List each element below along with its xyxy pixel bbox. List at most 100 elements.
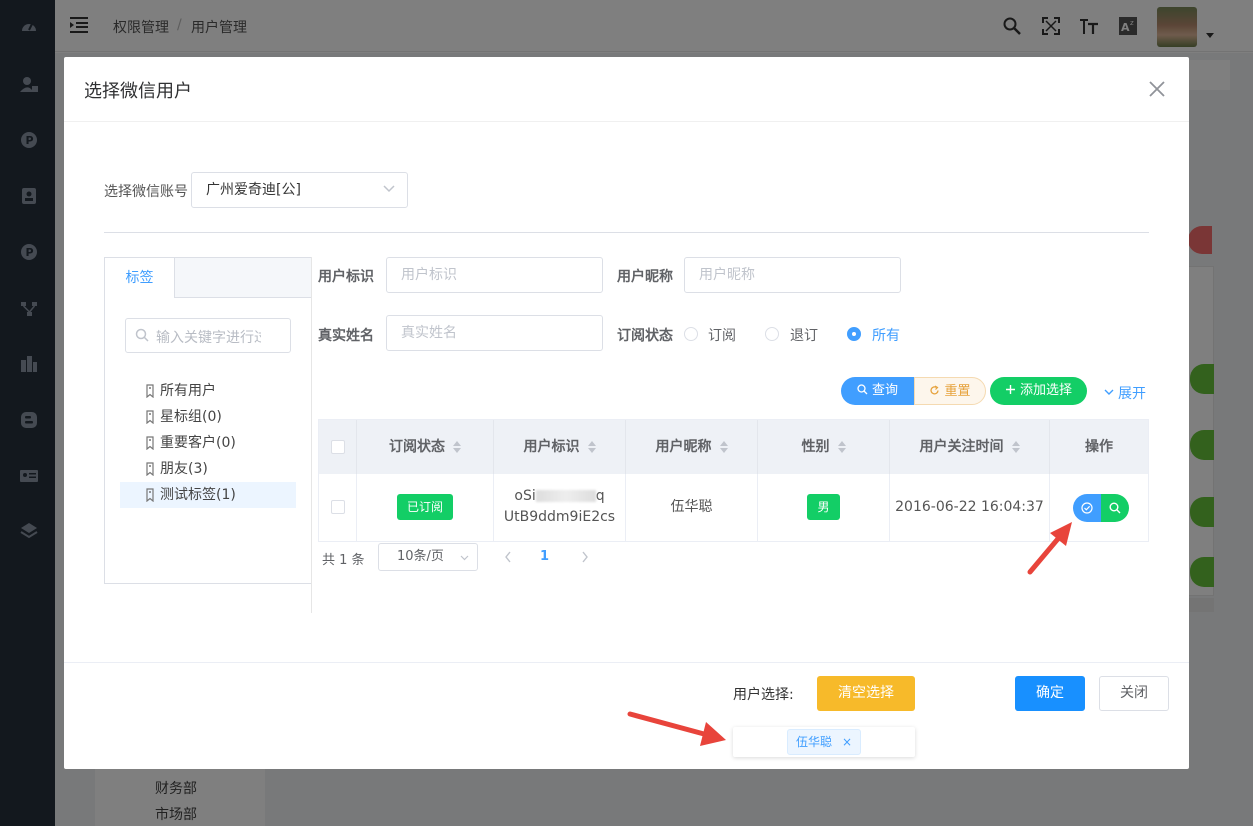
user-select-label: 用户选择:	[733, 687, 794, 703]
user-id-input[interactable]: 用户标识	[386, 257, 603, 293]
col-header-label: 用户关注时间	[919, 439, 1004, 455]
radio-all-label[interactable]: 所有	[872, 325, 900, 345]
tree-item-label: 朋友(3)	[160, 461, 208, 477]
search-icon	[135, 328, 149, 342]
sort-icon[interactable]	[1011, 441, 1020, 453]
selected-user-chip: 伍华聪 ×	[787, 729, 862, 755]
close-button[interactable]: 关闭	[1099, 676, 1169, 711]
check-circle-icon	[1081, 502, 1093, 514]
chip-label: 伍华聪	[796, 735, 833, 749]
col-header[interactable]: 用户关注时间	[890, 420, 1050, 474]
selected-users-box: 伍华聪 ×	[733, 727, 915, 757]
pagination-total: 共 1 条	[322, 553, 365, 568]
chevron-down-icon	[1104, 389, 1114, 395]
confirm-button[interactable]: 确定	[1015, 676, 1085, 711]
tree-item-label: 星标组(0)	[160, 409, 222, 425]
page-size-select[interactable]: 10条/页	[378, 543, 478, 571]
realname-label: 真实姓名	[318, 328, 374, 344]
select-all-cell	[319, 420, 357, 474]
tree-item-label: 所有用户	[160, 383, 216, 399]
row-checkbox[interactable]	[331, 500, 345, 514]
tree-item-label: 重要客户(0)	[160, 435, 236, 451]
tree-item[interactable]: 朋友(3)	[120, 456, 296, 482]
nickname-placeholder: 用户昵称	[699, 267, 755, 283]
reset-button-label: 重置	[944, 384, 971, 399]
tree-item[interactable]: 重要客户(0)	[120, 430, 296, 456]
row-select-cell	[319, 474, 357, 541]
status-badge: 已订阅	[396, 494, 453, 520]
reset-button[interactable]: 重置	[914, 377, 986, 405]
col-header-label: 订阅状态	[389, 439, 445, 455]
page-number[interactable]: 1	[540, 549, 549, 564]
select-wechat-user-dialog: 选择微信用户 选择微信账号 广州爱奇迪[公] 标签 输入关键字进行过滤 用户标识…	[64, 57, 1189, 769]
radio-subscribe[interactable]	[684, 327, 698, 341]
realname-input[interactable]: 真实姓名	[386, 315, 603, 351]
chip-close-icon[interactable]: ×	[842, 735, 852, 749]
annotation-arrow-icon	[627, 711, 726, 746]
chevron-down-icon	[460, 555, 469, 561]
expand-link[interactable]: 展开	[1104, 383, 1146, 403]
table-header: 订阅状态 用户标识 用户昵称 性别 用户关注时间 操作	[319, 420, 1148, 474]
page-size-value: 10条/页	[397, 549, 444, 564]
divider	[104, 232, 1149, 233]
select-all-checkbox[interactable]	[331, 440, 345, 454]
clear-selection-button[interactable]: 清空选择	[817, 676, 915, 711]
tab-bar	[175, 258, 311, 298]
divider	[311, 257, 312, 613]
view-user-button[interactable]	[1101, 494, 1129, 522]
divider	[64, 662, 1189, 663]
query-button[interactable]: 查询	[841, 377, 914, 405]
col-header-label: 性别	[801, 439, 830, 455]
sort-icon[interactable]	[719, 441, 728, 453]
radio-all[interactable]	[847, 327, 861, 341]
col-header-label: 用户昵称	[655, 439, 712, 455]
radio-unsubscribe-label[interactable]: 退订	[790, 325, 818, 345]
realname-placeholder: 真实姓名	[401, 325, 457, 341]
col-header[interactable]: 性别	[758, 420, 890, 474]
radio-unsubscribe[interactable]	[765, 327, 779, 341]
prev-page-icon[interactable]	[504, 551, 512, 563]
annotation-arrow-icon	[1027, 522, 1072, 575]
tag-icon	[146, 488, 154, 502]
col-header: 操作	[1050, 420, 1148, 474]
close-icon[interactable]	[1147, 79, 1167, 99]
redacted-text	[535, 490, 596, 502]
account-select[interactable]: 广州爱奇迪[公]	[191, 172, 408, 208]
sort-icon[interactable]	[587, 441, 596, 453]
search-icon	[857, 384, 868, 395]
tag-icon	[146, 462, 154, 476]
col-header-label: 用户标识	[523, 439, 580, 455]
plus-icon	[1005, 385, 1015, 394]
col-header[interactable]: 订阅状态	[357, 420, 494, 474]
user-id-head: oSi	[514, 488, 536, 504]
user-id-label: 用户标识	[318, 269, 374, 285]
cell-nickname: 伍华聪	[626, 474, 758, 541]
cell-user-id: oSi q UtB9ddm9iE2cs	[494, 474, 626, 541]
divider	[64, 121, 1189, 122]
col-header[interactable]: 用户标识	[494, 420, 626, 474]
sort-icon[interactable]	[837, 441, 846, 453]
tree-item[interactable]: 所有用户	[120, 378, 296, 404]
user-id-line2: UtB9ddm9iE2cs	[503, 509, 616, 525]
expand-link-label: 展开	[1118, 386, 1146, 402]
account-select-value: 广州爱奇迪[公]	[206, 182, 301, 198]
tree-search-placeholder: 输入关键字进行过滤	[156, 330, 261, 346]
tree-item-label: 测试标签(1)	[160, 487, 236, 503]
tree-item[interactable]: 星标组(0)	[120, 404, 296, 430]
gender-badge: 男	[807, 494, 840, 520]
nickname-input[interactable]: 用户昵称	[684, 257, 901, 293]
tag-icon	[146, 410, 154, 424]
col-header[interactable]: 用户昵称	[626, 420, 758, 474]
tab-tags[interactable]: 标签	[105, 258, 175, 298]
chevron-down-icon	[383, 185, 395, 193]
sort-icon[interactable]	[453, 441, 461, 453]
add-select-button[interactable]: 添加选择	[990, 377, 1087, 405]
next-page-icon[interactable]	[581, 551, 589, 563]
account-label: 选择微信账号	[104, 184, 188, 200]
tree-search-input[interactable]: 输入关键字进行过滤	[125, 318, 291, 353]
radio-subscribe-label[interactable]: 订阅	[708, 325, 736, 345]
cell-status: 已订阅	[357, 474, 494, 541]
nickname-label: 用户昵称	[617, 269, 673, 285]
tag-icon	[146, 436, 154, 450]
tree-item[interactable]: 测试标签(1)	[120, 482, 296, 508]
